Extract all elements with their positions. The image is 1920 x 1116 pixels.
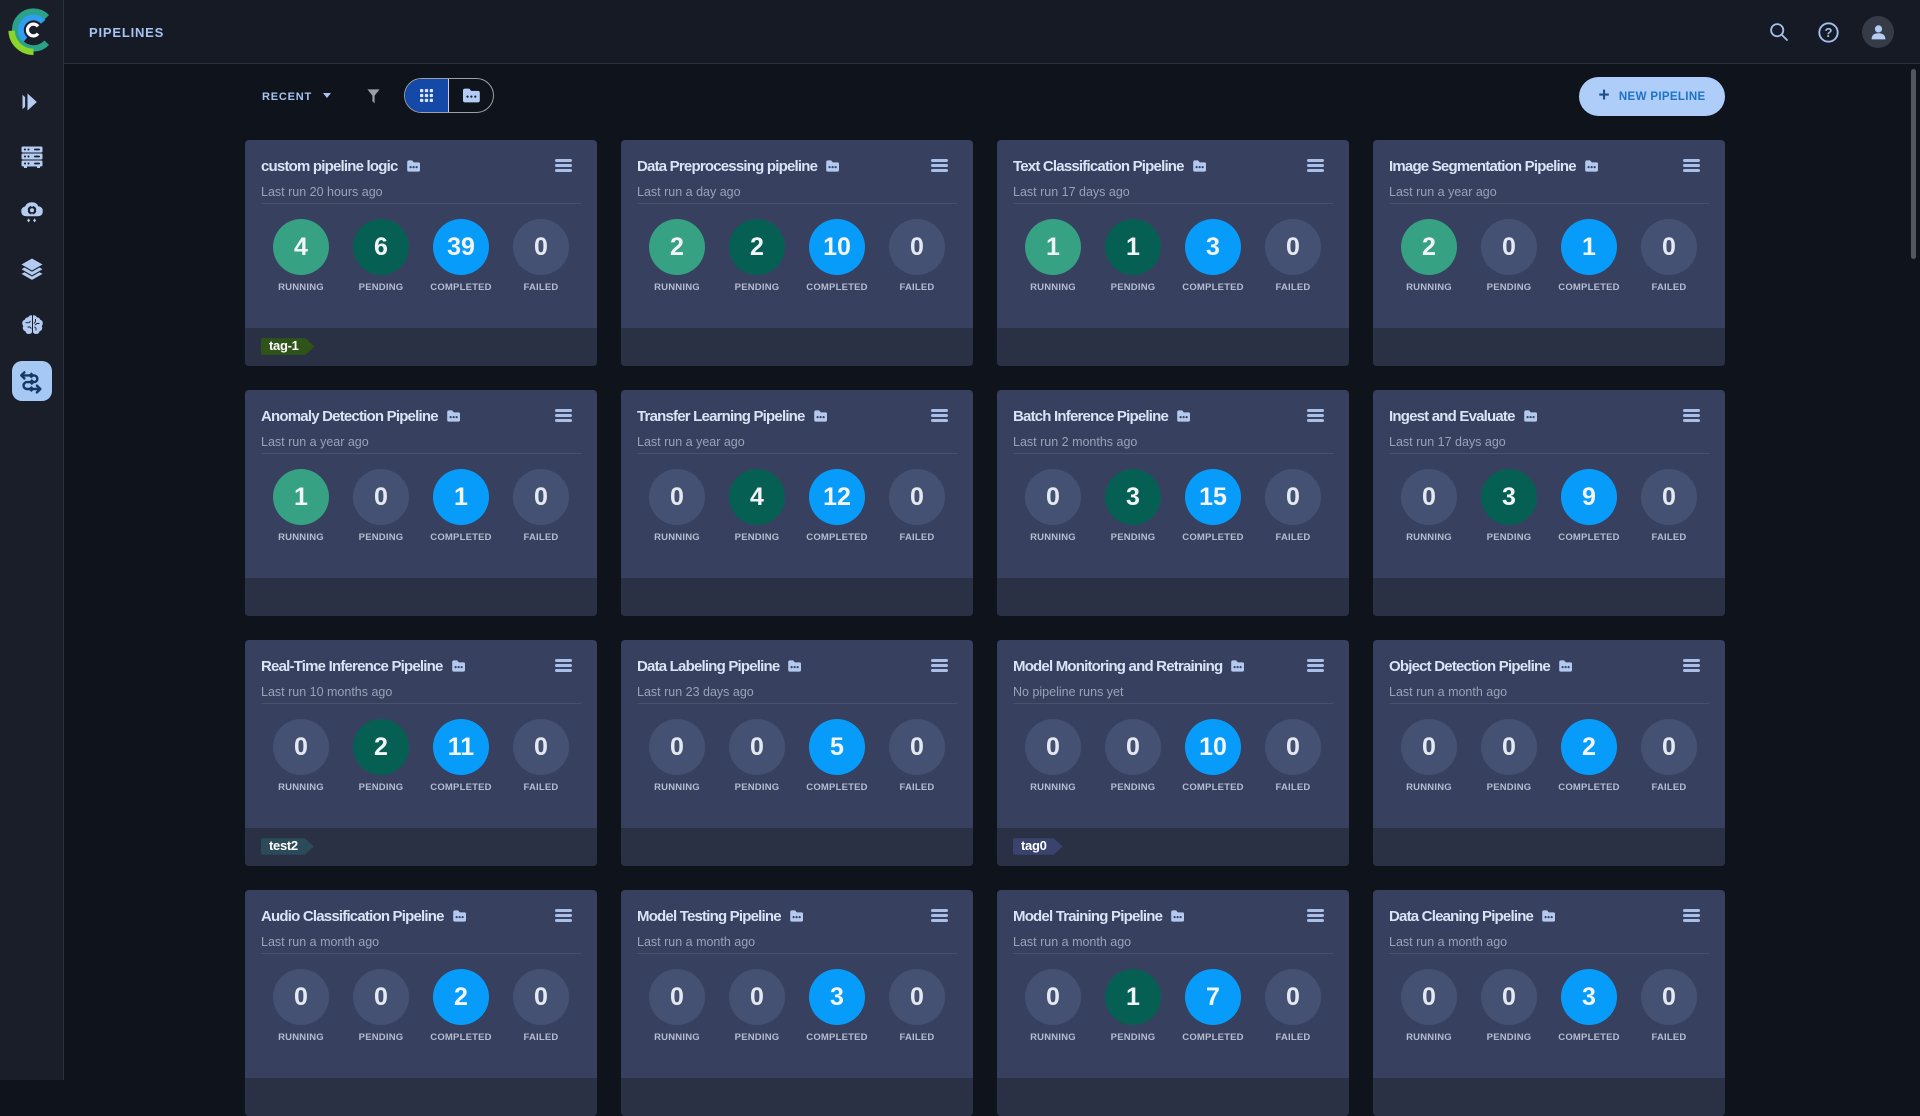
svg-text:?: ? [1824, 25, 1832, 40]
